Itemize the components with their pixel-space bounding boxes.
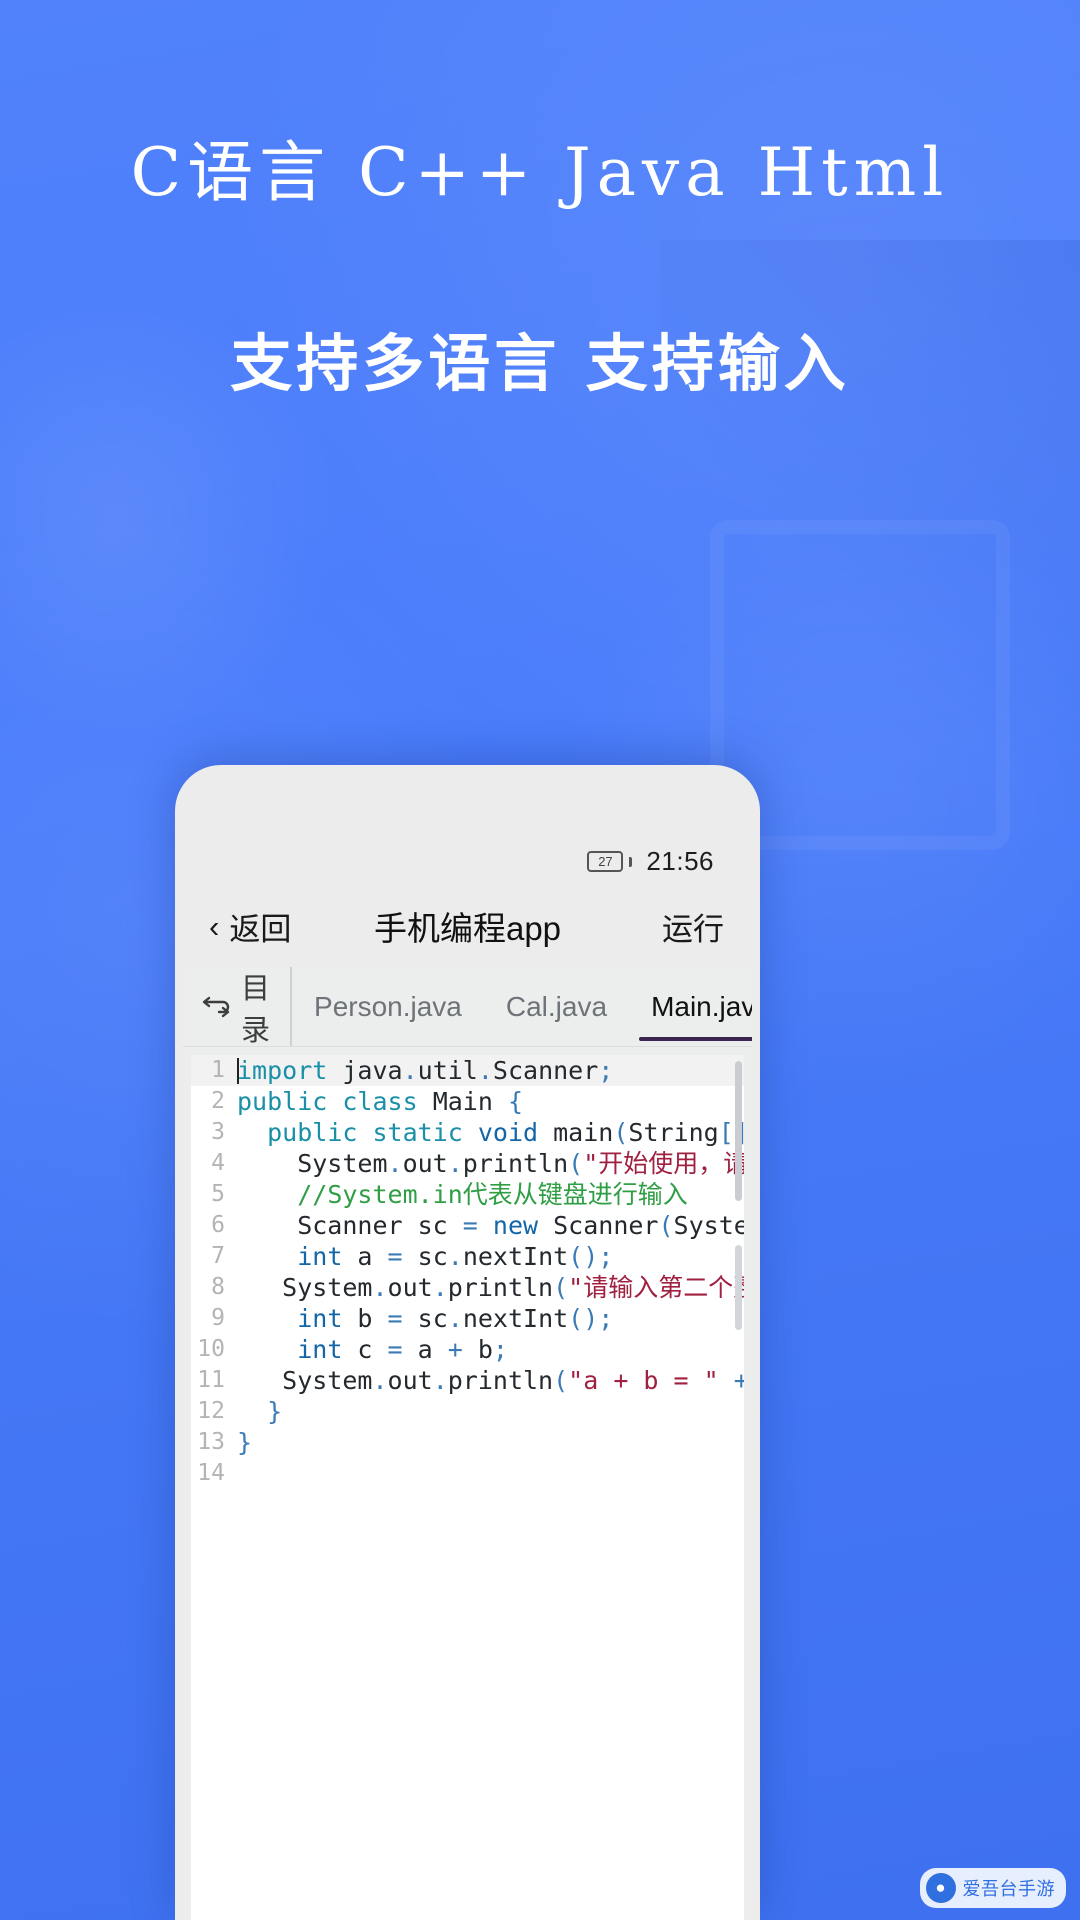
code-text: } xyxy=(267,1397,283,1426)
code-line[interactable]: 5 //System.in代表从键盘进行输入 xyxy=(191,1179,744,1210)
directory-swap-icon xyxy=(201,994,232,1020)
code-text: public class Main { xyxy=(237,1087,524,1116)
file-tab-bar: 目录 Person.java Cal.java Main.java xyxy=(183,967,752,1047)
line-number: 6 xyxy=(211,1212,225,1238)
code-text: public static void main(String[] args){ xyxy=(267,1118,744,1147)
directory-button[interactable]: 目录 xyxy=(183,967,293,1047)
back-button-label: 返回 xyxy=(229,911,292,947)
editor-scrollbar-lower[interactable] xyxy=(735,1245,742,1330)
code-text: Scanner sc = new Scanner(System.in); xyxy=(237,1211,744,1240)
watermark-label: 爱吾台手游 xyxy=(962,1879,1055,1899)
line-number: 3 xyxy=(211,1119,225,1145)
code-line[interactable]: 11 System.out.println("a + b = " + c); xyxy=(191,1365,744,1396)
line-number: 1 xyxy=(211,1057,225,1083)
code-text: System.out.println("开始使用，请输入第一个整数吧。"); xyxy=(237,1149,744,1178)
tab-label: Person.java xyxy=(314,990,462,1022)
code-line-list: 1 import java.util.Scanner; 2 public class … xyxy=(191,1055,744,1489)
line-number: 13 xyxy=(197,1429,225,1455)
editor-scrollbar-upper[interactable] xyxy=(735,1061,742,1201)
directory-button-label: 目录 xyxy=(241,972,271,1047)
code-text: //System.in代表从键盘进行输入 xyxy=(297,1180,688,1209)
tab-label: Main.java xyxy=(651,990,752,1022)
code-text: import java.util.Scanner; xyxy=(237,1056,614,1085)
line-number: 14 xyxy=(197,1460,225,1486)
code-line[interactable]: 6 Scanner sc = new Scanner(System.in); xyxy=(191,1210,744,1241)
tab-cal-java[interactable]: Cal.java xyxy=(484,967,629,1046)
line-number: 7 xyxy=(211,1243,225,1269)
line-number: 9 xyxy=(211,1305,225,1331)
battery-indicator: 27 21:56 xyxy=(587,846,714,877)
code-line[interactable]: 8 System.out.println("请输入第二个整数吧。"); xyxy=(191,1272,744,1303)
code-line[interactable]: 1 import java.util.Scanner; xyxy=(191,1055,744,1086)
code-line[interactable]: 2 public class Main { xyxy=(191,1086,744,1117)
line-number: 10 xyxy=(197,1336,225,1362)
navigation-bar: ‹ 返回 手机编程app 运行 xyxy=(183,885,752,967)
code-line[interactable]: 9 int b = sc.nextInt(); xyxy=(191,1303,744,1334)
code-text: System.out.println("请输入第二个整数吧。"); xyxy=(237,1273,744,1302)
line-number: 5 xyxy=(211,1181,225,1207)
line-number: 8 xyxy=(211,1274,225,1300)
status-time: 21:56 xyxy=(646,846,714,876)
chevron-left-icon: ‹ xyxy=(209,908,220,944)
code-line[interactable]: 10 int c = a + b; xyxy=(191,1334,744,1365)
back-button[interactable]: ‹ 返回 xyxy=(209,904,291,949)
promo-headline-primary: C语言 C++ Java Html xyxy=(130,134,950,211)
phone-screen: 27 21:56 ‹ 返回 手机编程app 运行 目录 Person.java … xyxy=(183,773,752,1920)
code-line[interactable]: 13} xyxy=(191,1427,744,1458)
run-button[interactable]: 运行 xyxy=(662,904,726,949)
tab-person-java[interactable]: Person.java xyxy=(292,967,484,1046)
watermark: ● 爱吾台手游 xyxy=(919,1868,1066,1908)
code-line[interactable]: 7 int a = sc.nextInt(); xyxy=(191,1241,744,1272)
line-number: 11 xyxy=(197,1367,225,1393)
battery-tip-icon xyxy=(629,856,633,867)
line-number: 2 xyxy=(211,1088,225,1114)
tab-main-java[interactable]: Main.java xyxy=(629,967,752,1046)
code-line[interactable]: 4 System.out.println("开始使用，请输入第一个整数吧。"); xyxy=(191,1148,744,1179)
code-line[interactable]: 14 xyxy=(191,1458,744,1489)
battery-icon: 27 xyxy=(587,851,624,872)
promo-headline-secondary: 支持多语言 支持输入 xyxy=(230,327,850,400)
phone-mockup: 27 21:56 ‹ 返回 手机编程app 运行 目录 Person.java … xyxy=(175,765,760,1920)
status-bar: 27 21:56 xyxy=(183,773,752,885)
code-editor[interactable]: 1 import java.util.Scanner; 2 public class … xyxy=(191,1055,744,1920)
code-line[interactable]: 12 } xyxy=(191,1396,744,1427)
panda-face-icon: ● xyxy=(925,1873,956,1903)
line-number: 12 xyxy=(197,1398,225,1424)
tab-label: Cal.java xyxy=(505,990,608,1022)
code-text: System.out.println("a + b = " + c); xyxy=(237,1366,744,1395)
code-text: } xyxy=(237,1428,253,1457)
code-text: int a = sc.nextInt(); xyxy=(297,1242,614,1271)
battery-level-label: 27 xyxy=(598,854,613,869)
code-text: int c = a + b; xyxy=(297,1335,508,1364)
code-text: int b = sc.nextInt(); xyxy=(297,1304,614,1333)
code-line[interactable]: 3 public static void main(String[] args)… xyxy=(191,1117,744,1148)
line-number: 4 xyxy=(211,1150,225,1176)
